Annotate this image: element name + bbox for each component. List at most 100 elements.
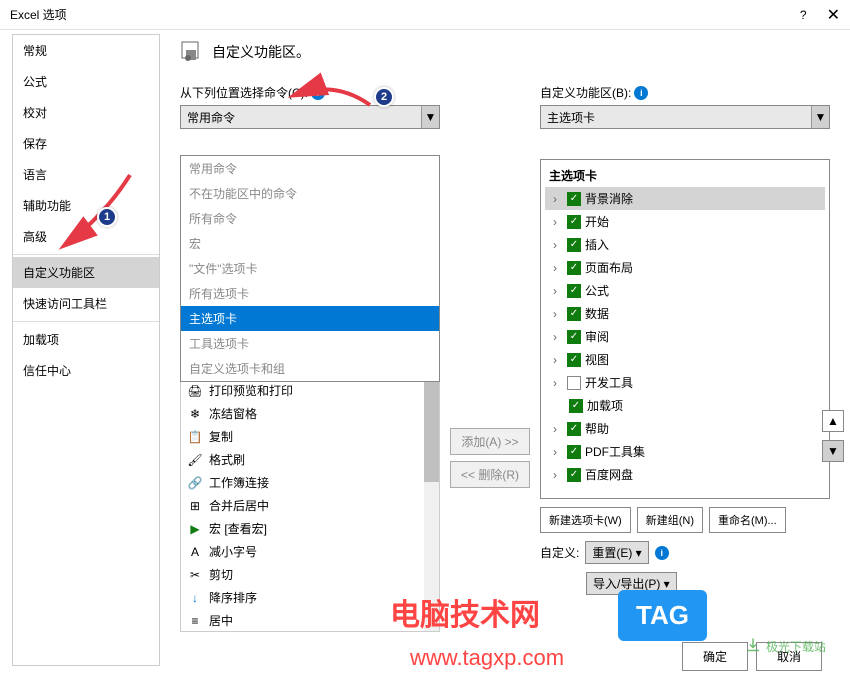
checkbox-icon[interactable]: ✓ — [569, 399, 583, 413]
expand-icon[interactable]: › — [553, 422, 563, 436]
expand-icon[interactable]: › — [553, 307, 563, 321]
dropdown-item[interactable]: 工具选项卡 — [181, 331, 439, 356]
tree-item-background-remove[interactable]: ›✓背景消除 — [545, 187, 825, 210]
import-combo[interactable]: 导入/导出(P) ▾ — [586, 572, 677, 595]
checkbox-icon[interactable]: ✓ — [567, 422, 581, 436]
checkbox-icon[interactable] — [567, 376, 581, 390]
tree-item-formulas[interactable]: ›✓公式 — [545, 279, 825, 302]
cmd-sort-desc[interactable]: ↓降序排序 — [181, 586, 439, 609]
expand-icon[interactable]: › — [553, 215, 563, 229]
print-icon: 🖨 — [187, 383, 203, 399]
add-button[interactable]: 添加(A) >> — [450, 428, 529, 455]
info-icon[interactable]: i — [311, 86, 325, 100]
sidebar-item-save[interactable]: 保存 — [13, 128, 159, 159]
dropdown-item[interactable]: 不在功能区中的命令 — [181, 181, 439, 206]
dropdown-item[interactable]: "文件"选项卡 — [181, 256, 439, 281]
tree-item-page-layout[interactable]: ›✓页面布局 — [545, 256, 825, 279]
checkbox-icon[interactable]: ✓ — [567, 192, 581, 206]
cmd-merge-center[interactable]: ⊞合并后居中▸ — [181, 494, 439, 517]
cmd-workbook-connect[interactable]: 🔗工作簿连接 — [181, 471, 439, 494]
import-row: 导入/导出(P) ▾ — [540, 572, 830, 595]
tree-item-view[interactable]: ›✓视图 — [545, 348, 825, 371]
remove-button[interactable]: << 删除(R) — [450, 461, 530, 488]
header-title: 自定义功能区。 — [212, 42, 310, 62]
sidebar-item-quick-access[interactable]: 快速访问工具栏 — [13, 288, 159, 319]
updown-buttons: ▲ ▼ — [822, 410, 844, 462]
ok-button[interactable]: 确定 — [682, 642, 748, 671]
cmd-cut[interactable]: ✂剪切 — [181, 563, 439, 586]
tree-item-baidu[interactable]: ›✓百度网盘 — [545, 463, 825, 486]
checkbox-icon[interactable]: ✓ — [567, 261, 581, 275]
merge-icon: ⊞ — [187, 498, 203, 514]
expand-icon[interactable]: › — [553, 192, 563, 206]
move-up-button[interactable]: ▲ — [822, 410, 844, 432]
cmd-center[interactable]: ≡居中 — [181, 609, 439, 632]
tree-item-data[interactable]: ›✓数据 — [545, 302, 825, 325]
sidebar-item-advanced[interactable]: 高级 — [13, 221, 159, 252]
checkbox-icon[interactable]: ✓ — [567, 330, 581, 344]
sidebar-item-accessibility[interactable]: 辅助功能 — [13, 190, 159, 221]
expand-icon[interactable]: › — [553, 445, 563, 459]
tree-item-insert[interactable]: ›✓插入 — [545, 233, 825, 256]
sidebar-item-trust[interactable]: 信任中心 — [13, 355, 159, 386]
cmd-print-preview[interactable]: 🖨打印预览和打印 — [181, 379, 439, 402]
dropdown-item-main-tabs[interactable]: 主选项卡 — [181, 306, 439, 331]
expand-icon[interactable]: › — [553, 376, 563, 390]
footer-buttons: 确定 取消 — [682, 642, 822, 671]
dropdown-item[interactable]: 自定义选项卡和组 — [181, 356, 439, 381]
checkbox-icon[interactable]: ✓ — [567, 238, 581, 252]
expand-icon[interactable]: › — [553, 468, 563, 482]
cmd-format-painter[interactable]: 🖌格式刷 — [181, 448, 439, 471]
sidebar-item-addins[interactable]: 加载项 — [13, 324, 159, 355]
align-center-icon: ≡ — [187, 613, 203, 629]
checkbox-icon[interactable]: ✓ — [567, 284, 581, 298]
dropdown-item[interactable]: 所有选项卡 — [181, 281, 439, 306]
tree-header: 主选项卡 — [545, 164, 825, 187]
reset-combo[interactable]: 重置(E) ▾ — [585, 541, 648, 564]
new-group-button[interactable]: 新建组(N) — [637, 507, 703, 533]
sort-desc-icon: ↓ — [187, 590, 203, 606]
checkbox-icon[interactable]: ✓ — [567, 445, 581, 459]
right-column: 自定义功能区(B): i 主选项卡 ▼ 主选项卡 ›✓背景消除 ›✓开始 ›✓插… — [540, 84, 830, 632]
dropdown-item[interactable]: 常用命令 — [181, 156, 439, 181]
tree-item-addins[interactable]: ✓加载项 — [545, 394, 825, 417]
customize-combo[interactable]: 主选项卡 ▼ — [540, 105, 830, 129]
cmd-freeze[interactable]: ❄冻结窗格▸ — [181, 402, 439, 425]
move-down-button[interactable]: ▼ — [822, 440, 844, 462]
sidebar-item-formula[interactable]: 公式 — [13, 66, 159, 97]
cmd-copy[interactable]: 📋复制 — [181, 425, 439, 448]
sidebar-item-customize-ribbon[interactable]: 自定义功能区 — [13, 257, 159, 288]
tree-item-help[interactable]: ›✓帮助 — [545, 417, 825, 440]
info-icon[interactable]: i — [634, 86, 648, 100]
sidebar-item-proofing[interactable]: 校对 — [13, 97, 159, 128]
sidebar-item-language[interactable]: 语言 — [13, 159, 159, 190]
cmd-decrease-font[interactable]: A减小字号 — [181, 540, 439, 563]
checkbox-icon[interactable]: ✓ — [567, 468, 581, 482]
cmd-macro[interactable]: ▶宏 [查看宏] — [181, 517, 439, 540]
chevron-down-icon: ▼ — [811, 106, 829, 128]
tree-item-home[interactable]: ›✓开始 — [545, 210, 825, 233]
font-decrease-icon: A — [187, 544, 203, 560]
sidebar-item-general[interactable]: 常规 — [13, 35, 159, 66]
dropdown-item[interactable]: 所有命令 — [181, 206, 439, 231]
dropdown-item[interactable]: 宏 — [181, 231, 439, 256]
checkbox-icon[interactable]: ✓ — [567, 215, 581, 229]
tree-panel[interactable]: 主选项卡 ›✓背景消除 ›✓开始 ›✓插入 ›✓页面布局 ›✓公式 ›✓数据 ›… — [540, 159, 830, 499]
expand-icon[interactable]: › — [553, 284, 563, 298]
help-icon[interactable]: ? — [800, 8, 807, 22]
rename-button[interactable]: 重命名(M)... — [709, 507, 786, 533]
cancel-button[interactable]: 取消 — [756, 642, 822, 671]
tree-item-developer[interactable]: ›开发工具 — [545, 371, 825, 394]
tree-item-review[interactable]: ›✓审阅 — [545, 325, 825, 348]
checkbox-icon[interactable]: ✓ — [567, 307, 581, 321]
choose-from-combo[interactable]: 常用命令 ▼ — [180, 105, 440, 129]
tree-item-pdf[interactable]: ›✓PDF工具集 — [545, 440, 825, 463]
expand-icon[interactable]: › — [553, 330, 563, 344]
expand-icon[interactable]: › — [553, 261, 563, 275]
expand-icon[interactable]: › — [553, 353, 563, 367]
expand-icon[interactable]: › — [553, 238, 563, 252]
new-tab-button[interactable]: 新建选项卡(W) — [540, 507, 631, 533]
info-icon[interactable]: i — [655, 546, 669, 560]
close-icon[interactable]: ✕ — [827, 5, 840, 25]
checkbox-icon[interactable]: ✓ — [567, 353, 581, 367]
